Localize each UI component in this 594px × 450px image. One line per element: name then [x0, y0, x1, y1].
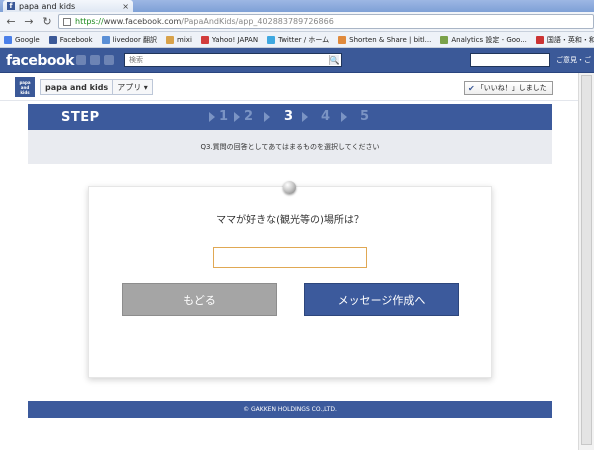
notifications-icon[interactable] — [104, 55, 114, 65]
answer-input[interactable] — [213, 247, 367, 268]
url-scheme: https:// — [75, 17, 104, 26]
pin-icon — [283, 181, 296, 194]
check-icon: ✔ — [468, 83, 475, 93]
copyright-text: © GAKKEN HOLDINGS CO.,LTD. — [243, 406, 337, 413]
app-header: papa and kids papa and kids アプリ ▾ ✔ 「いいね… — [0, 73, 578, 101]
step-number-3: 3 — [284, 109, 294, 124]
page-scrollbar[interactable] — [578, 73, 594, 450]
url-path: /PapaAndKids/app_402883789726866 — [181, 17, 334, 26]
browser-tab-strip: f papa and kids × — [0, 0, 594, 12]
feedback-link[interactable]: ご意見・ご — [556, 55, 591, 65]
dictionary-icon — [535, 35, 544, 44]
bookmark-google[interactable]: Google — [4, 35, 40, 44]
facebook-favicon-icon: f — [7, 2, 15, 10]
reload-icon[interactable]: ↻ — [40, 15, 54, 29]
back-arrow-icon[interactable]: ← — [4, 15, 18, 29]
step-arrow-icon — [264, 112, 270, 122]
step-arrow-icon — [234, 112, 240, 122]
scrollbar-thumb[interactable] — [581, 75, 592, 445]
app-logo[interactable]: papa and kids — [15, 77, 35, 97]
liked-button[interactable]: ✔ 「いいね！」しました — [464, 81, 553, 95]
facebook-header: facebook 検索 🔍 ご意見・ご — [0, 48, 594, 73]
browser-toolbar: ← → ↻ https:// www.facebook.com /PapaAnd… — [0, 12, 594, 32]
url-host: www.facebook.com — [103, 17, 182, 26]
step-label: STEP — [61, 110, 100, 125]
bookmark-twitter[interactable]: Twitter / ホーム — [267, 35, 329, 45]
step-number-5: 5 — [360, 109, 370, 124]
bookmarks-bar: Google Facebook livedoor 翻訳 mixi Yahoo! … — [0, 32, 594, 48]
instruction-text: Q3.質問の回答としてあてはまるものを選択してください — [200, 143, 380, 151]
bitly-icon — [338, 35, 347, 44]
step-number-4: 4 — [321, 109, 331, 124]
bookmark-yahoo[interactable]: Yahoo! JAPAN — [200, 35, 258, 44]
analytics-icon — [440, 35, 449, 44]
search-icon[interactable]: 🔍 — [329, 55, 339, 65]
app-name-selector[interactable]: papa and kids アプリ ▾ — [40, 79, 153, 95]
facebook-search-input[interactable]: 検索 🔍 — [124, 53, 342, 67]
step-number-1: 1 — [219, 109, 229, 124]
browser-tab[interactable]: f papa and kids × — [3, 0, 133, 12]
liked-label: 「いいね！」しました — [476, 84, 547, 92]
facebook-logo[interactable]: facebook — [6, 53, 74, 69]
friend-requests-icon[interactable] — [76, 55, 86, 65]
app-name: papa and kids — [45, 82, 109, 92]
step-arrow-icon — [209, 112, 215, 122]
instruction-bar: Q3.質問の回答としてあてはまるものを選択してください — [28, 130, 552, 164]
messages-icon[interactable] — [90, 55, 100, 65]
bookmark-dictionary[interactable]: 国語・英和・和英・類... — [535, 35, 594, 45]
close-tab-icon[interactable]: × — [122, 2, 129, 11]
apps-dropdown[interactable]: アプリ ▾ — [113, 82, 152, 93]
tab-title: papa and kids — [19, 1, 76, 11]
step-arrow-icon — [302, 112, 308, 122]
forward-arrow-icon[interactable]: → — [22, 15, 36, 29]
livedoor-icon — [101, 35, 110, 44]
twitter-icon — [267, 35, 276, 44]
bookmark-analytics[interactable]: Analytics 設定 - Goo... — [440, 35, 527, 45]
user-menu-box[interactable] — [470, 53, 550, 67]
yahoo-icon — [200, 35, 209, 44]
mixi-icon — [166, 35, 175, 44]
create-message-button[interactable]: メッセージ作成へ — [304, 283, 459, 316]
step-number-2: 2 — [244, 109, 254, 124]
back-button[interactable]: もどる — [122, 283, 277, 316]
step-progress-bar: STEP 1 2 3 4 5 — [28, 104, 552, 130]
bookmark-livedoor[interactable]: livedoor 翻訳 — [101, 35, 157, 45]
bookmark-bitly[interactable]: Shorten & Share | bitl... — [338, 35, 431, 44]
facebook-icon — [48, 35, 57, 44]
step-arrow-icon — [341, 112, 347, 122]
address-bar[interactable]: https:// www.facebook.com /PapaAndKids/a… — [58, 14, 594, 29]
bookmark-mixi[interactable]: mixi — [166, 35, 192, 44]
page-icon — [63, 17, 71, 26]
question-text: ママが好きな(観光等の)場所は？ — [216, 215, 364, 226]
bookmark-facebook[interactable]: Facebook — [48, 35, 93, 44]
google-icon — [4, 35, 12, 44]
footer: © GAKKEN HOLDINGS CO.,LTD. — [28, 401, 552, 418]
